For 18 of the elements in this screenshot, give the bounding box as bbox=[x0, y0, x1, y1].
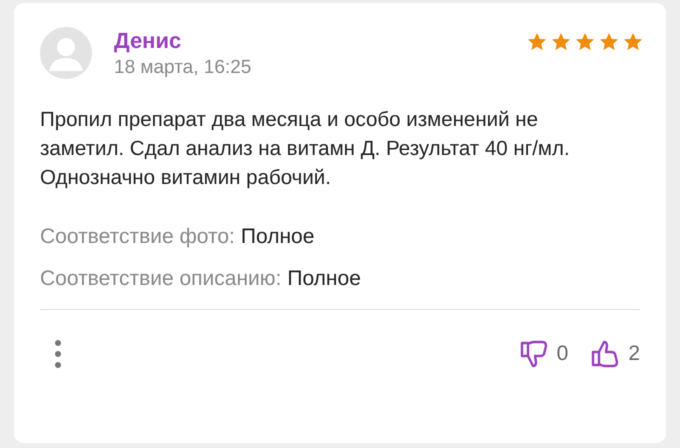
more-icon[interactable] bbox=[54, 338, 62, 370]
star-icon bbox=[574, 31, 596, 53]
attribute-value: Полное bbox=[287, 266, 361, 292]
star-icon bbox=[550, 31, 572, 53]
author-name: Денис bbox=[114, 27, 182, 55]
review-date: 18 марта, 16:25 bbox=[114, 56, 252, 80]
review-text: Пропил препарат два месяца и особо изменений не заметил. Сдал анализ на витамн Д. Результат 40 нг/мл. Однозначно витамин рабочий. bbox=[40, 107, 571, 191]
avatar-icon bbox=[40, 27, 92, 79]
star-icon bbox=[598, 31, 620, 53]
thumbs-down-icon[interactable] bbox=[518, 339, 549, 369]
attribute-label: Соответствие фото: bbox=[40, 224, 235, 250]
star-icon bbox=[526, 31, 548, 53]
like-count: 2 bbox=[628, 342, 640, 366]
dislike-count: 0 bbox=[556, 342, 568, 366]
star-icon bbox=[622, 31, 644, 53]
attribute-label: Соответствие описанию: bbox=[40, 266, 282, 292]
attribute-value: Полное bbox=[240, 224, 314, 250]
thumbs-up-icon[interactable] bbox=[590, 339, 620, 369]
